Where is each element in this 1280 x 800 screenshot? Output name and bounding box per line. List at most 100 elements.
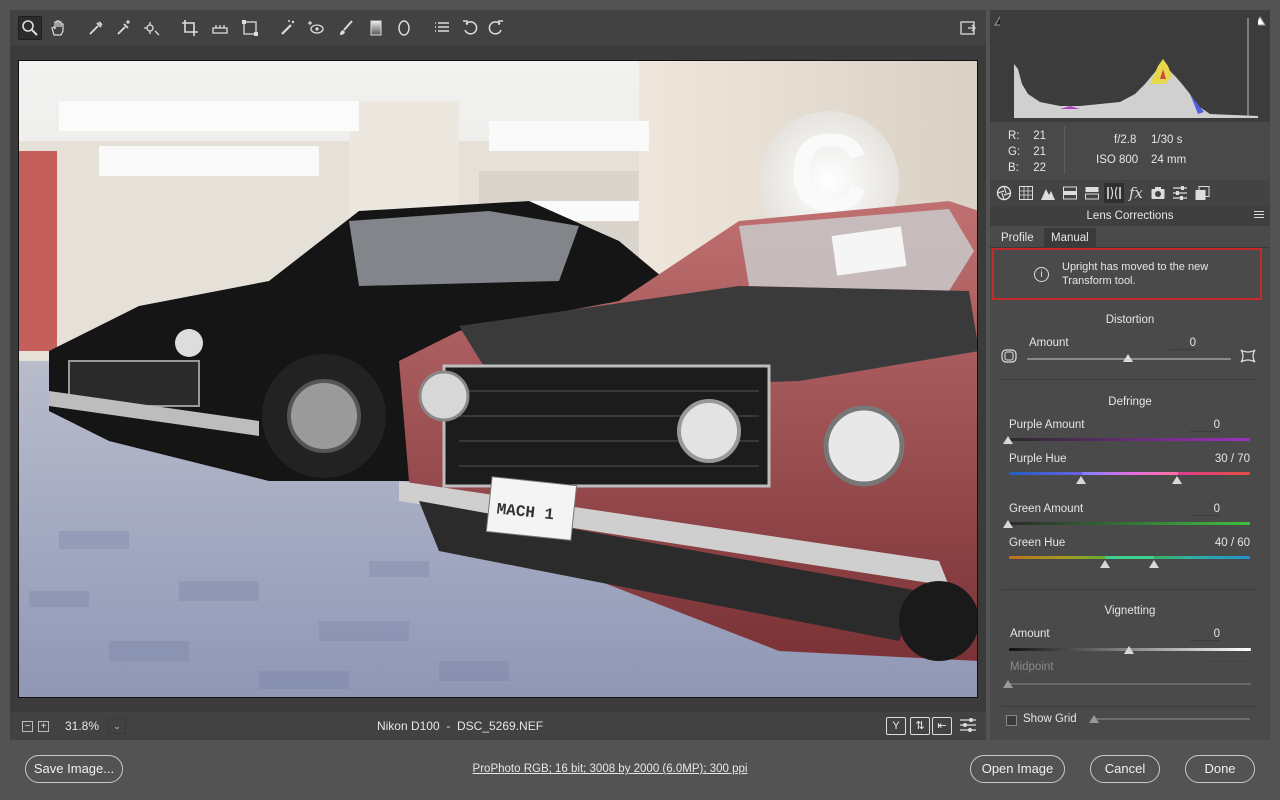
green-hue-value[interactable]: 40 / 60 — [1190, 537, 1250, 549]
file-info: Nikon D100 - DSC_5269.NEF — [10, 719, 910, 733]
green-amount-slider[interactable] — [1003, 520, 1013, 528]
cancel-button[interactable]: Cancel — [1090, 755, 1160, 783]
green-amount-label: Green Amount — [1009, 503, 1084, 515]
pincushion-distortion-icon — [1240, 349, 1256, 363]
toggle-fullscreen-icon[interactable] — [956, 16, 980, 40]
green-hue-max-slider[interactable] — [1149, 560, 1159, 568]
distortion-amount-label: Amount — [1029, 337, 1069, 349]
divider — [1002, 589, 1258, 590]
image-preview[interactable]: C MACH 1 — [18, 60, 978, 698]
focal-length-value: 24 mm — [1151, 154, 1187, 166]
purple-hue-value[interactable]: 30 / 70 — [1190, 453, 1250, 465]
defringe-title: Defringe — [1108, 396, 1152, 408]
car-photo: C MACH 1 — [19, 61, 977, 697]
purple-hue-range — [1082, 472, 1178, 475]
show-grid-checkbox[interactable] — [1006, 715, 1017, 726]
panel-tab-strip: fx — [990, 180, 1270, 206]
midpoint-label: Midpoint — [1010, 661, 1054, 673]
distortion-amount-value[interactable]: 0 — [1170, 337, 1196, 350]
straighten-icon[interactable] — [208, 16, 232, 40]
radial-filter-icon[interactable] — [392, 16, 416, 40]
basic-panel-icon[interactable] — [994, 183, 1014, 203]
green-hue-label: Green Hue — [1009, 537, 1066, 549]
camera-name: Nikon D100 — [376, 719, 440, 733]
transform-icon[interactable] — [238, 16, 262, 40]
detail-icon[interactable] — [1038, 183, 1058, 203]
spot-removal-icon[interactable] — [276, 16, 300, 40]
hsl-icon[interactable] — [1060, 183, 1080, 203]
color-sampler-icon[interactable] — [112, 16, 136, 40]
presets-icon[interactable] — [1170, 183, 1190, 203]
preview-preferences-icon[interactable] — [958, 717, 978, 735]
purple-hue-label: Purple Hue — [1009, 453, 1067, 465]
show-grid-label: Show Grid — [1023, 713, 1077, 725]
preset-list-icon[interactable] — [430, 16, 454, 40]
adjustment-brush-icon[interactable] — [334, 16, 358, 40]
midpoint-slider — [1003, 680, 1013, 688]
before-after-view-icon[interactable]: Y — [886, 717, 906, 735]
purple-amount-value[interactable]: 0 — [1190, 419, 1220, 432]
lens-subtabs: Profile Manual — [990, 228, 1270, 248]
panel-menu-icon[interactable] — [1254, 211, 1264, 220]
green-hue-range — [1105, 556, 1154, 559]
green-amount-value[interactable]: 0 — [1190, 503, 1220, 516]
purple-hue-max-slider[interactable] — [1172, 476, 1182, 484]
purple-hue-min-slider[interactable] — [1076, 476, 1086, 484]
b-value: 22 — [1033, 162, 1046, 174]
tab-manual[interactable]: Manual — [1044, 228, 1096, 248]
copy-settings-icon[interactable]: ⇤ — [932, 717, 952, 735]
distortion-slider[interactable] — [1123, 354, 1133, 362]
vignetting-amount-slider[interactable] — [1124, 646, 1134, 654]
file-name: DSC_5269.NEF — [457, 719, 544, 733]
zoom-icon[interactable] — [18, 16, 42, 40]
grid-size-slider[interactable] — [1089, 715, 1099, 723]
rgb-readout: R: 21 G: 21 B: 22 — [1008, 130, 1046, 174]
histogram-graph — [1000, 14, 1258, 118]
crop-icon[interactable] — [178, 16, 202, 40]
workflow-options-link[interactable]: ProPhoto RGB; 16 bit; 3008 by 2000 (6.0M… — [420, 763, 800, 775]
vignetting-amount-value[interactable]: 0 — [1190, 628, 1220, 641]
hand-icon[interactable] — [46, 16, 70, 40]
midpoint-value — [1204, 661, 1250, 662]
split-toning-icon[interactable] — [1082, 183, 1102, 203]
done-button[interactable]: Done — [1185, 755, 1255, 783]
swap-settings-icon[interactable]: ⇅ — [910, 717, 930, 735]
rotate-right-icon[interactable] — [484, 16, 508, 40]
upright-notice: i Upright has moved to the new Transform… — [992, 248, 1262, 300]
white-balance-icon[interactable] — [84, 16, 108, 40]
file-separator: - — [446, 719, 451, 733]
status-bar: − + 31.8% ⌄ Nikon D100 - DSC_5269.NEF Y … — [10, 712, 986, 740]
purple-amount-label: Purple Amount — [1009, 419, 1085, 431]
targeted-adjustment-icon[interactable] — [140, 16, 164, 40]
histogram — [990, 10, 1270, 122]
distortion-title: Distortion — [1105, 314, 1155, 326]
effects-icon[interactable]: fx — [1126, 183, 1146, 203]
shutter-value: 1/30 s — [1151, 134, 1183, 146]
panel-title: Lens Corrections — [990, 206, 1270, 226]
camera-calibration-icon[interactable] — [1148, 183, 1168, 203]
save-image-button[interactable]: Save Image... — [25, 755, 123, 783]
notice-message: Upright has moved to the new Transform t… — [1062, 261, 1209, 287]
toolbar — [10, 10, 986, 46]
r-value: 21 — [1033, 130, 1046, 142]
iso-value: ISO 800 — [1096, 154, 1139, 166]
grid-size-track[interactable] — [1094, 718, 1250, 720]
rotate-left-icon[interactable] — [458, 16, 482, 40]
divider — [1002, 706, 1258, 707]
lens-corrections-icon[interactable] — [1104, 183, 1124, 203]
green-hue-min-slider[interactable] — [1100, 560, 1110, 568]
purple-amount-track[interactable] — [1009, 438, 1250, 441]
tone-curve-icon[interactable] — [1016, 183, 1036, 203]
aperture-value: f/2.8 — [1114, 134, 1137, 146]
snapshots-icon[interactable] — [1192, 183, 1212, 203]
red-eye-icon[interactable] — [304, 16, 328, 40]
divider — [1002, 379, 1258, 380]
tab-profile[interactable]: Profile — [994, 228, 1041, 248]
vignetting-amount-label: Amount — [1010, 628, 1050, 640]
info-icon: i — [1034, 267, 1049, 282]
purple-amount-slider[interactable] — [1003, 436, 1013, 444]
open-image-button[interactable]: Open Image — [970, 755, 1065, 783]
g-value: 21 — [1033, 146, 1046, 158]
green-amount-track[interactable] — [1009, 522, 1250, 525]
graduated-filter-icon[interactable] — [364, 16, 388, 40]
